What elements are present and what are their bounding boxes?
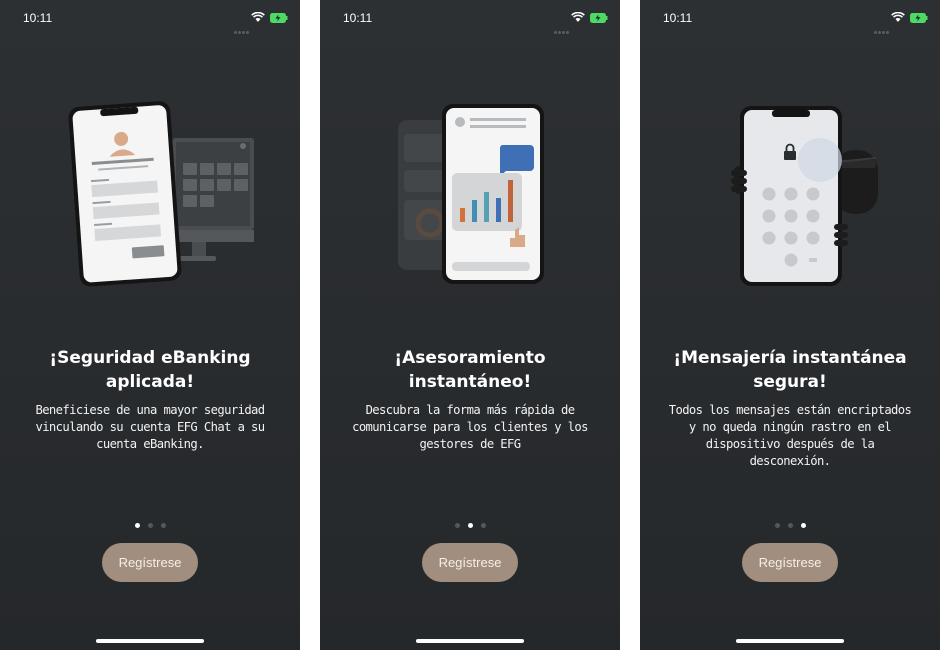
phone-chat-icon xyxy=(442,104,544,284)
signal-icon xyxy=(234,19,250,38)
onboarding-screen-security: 10:11 ¡Seguridad eBanking aplicada! Bene… xyxy=(0,0,300,650)
secure-messaging-illustration xyxy=(731,106,878,286)
onboarding-screen-advisory: 10:11 ¡Asesoramiento instantáneo! Descub… xyxy=(320,0,620,650)
status-time: 10:11 xyxy=(23,11,53,25)
register-button[interactable]: Regístrese xyxy=(742,543,838,582)
onboarding-title: ¡Asesoramiento instantáneo! xyxy=(394,348,546,392)
phone-lock-icon xyxy=(740,106,842,286)
page-indicator xyxy=(0,523,300,528)
onboarding-description: Descubra la forma más rápida de comunica… xyxy=(352,403,588,451)
home-indicator xyxy=(736,639,844,643)
desktop-monitor-icon xyxy=(172,138,254,261)
wifi-icon xyxy=(251,12,265,22)
wifi-icon xyxy=(571,12,585,22)
battery-charging-icon xyxy=(270,13,288,23)
page-dot-1 xyxy=(134,523,140,528)
onboarding-description: Todos los mensajes están encriptados y n… xyxy=(668,403,912,468)
onboarding-title: ¡Seguridad eBanking aplicada! xyxy=(49,348,251,392)
page-dot-3 xyxy=(800,523,806,528)
battery-charging-icon xyxy=(590,13,608,23)
security-illustration xyxy=(68,101,254,287)
register-button[interactable]: Regístrese xyxy=(422,543,518,582)
signal-icon xyxy=(874,19,890,38)
page-dot-1 xyxy=(454,523,460,528)
page-dot-3 xyxy=(480,523,486,528)
page-dot-2 xyxy=(467,523,473,528)
page-dot-3 xyxy=(160,523,166,528)
page-dot-2 xyxy=(147,523,153,528)
status-time: 10:11 xyxy=(343,11,373,25)
page-dot-2 xyxy=(787,523,793,528)
onboarding-screen-secure-messaging: 10:11 ¡Mensajería instantánea segura! To… xyxy=(640,0,940,650)
register-button[interactable]: Regístrese xyxy=(102,543,198,582)
signal-icon xyxy=(554,19,570,38)
page-indicator xyxy=(320,523,620,528)
home-indicator xyxy=(416,639,524,643)
status-bar: 10:11 xyxy=(320,0,620,36)
wifi-icon xyxy=(891,12,905,22)
status-bar: 10:11 xyxy=(0,0,300,36)
phone-form-icon xyxy=(68,101,182,287)
status-time: 10:11 xyxy=(663,11,693,25)
battery-charging-icon xyxy=(910,13,928,23)
page-indicator xyxy=(640,523,940,528)
status-bar: 10:11 xyxy=(640,0,940,36)
onboarding-description: Beneficiese de una mayor seguridad vincu… xyxy=(35,403,265,451)
advisory-illustration xyxy=(398,104,544,284)
home-indicator xyxy=(96,639,204,643)
page-dot-1 xyxy=(774,523,780,528)
onboarding-title: ¡Mensajería instantánea segura! xyxy=(673,348,907,392)
